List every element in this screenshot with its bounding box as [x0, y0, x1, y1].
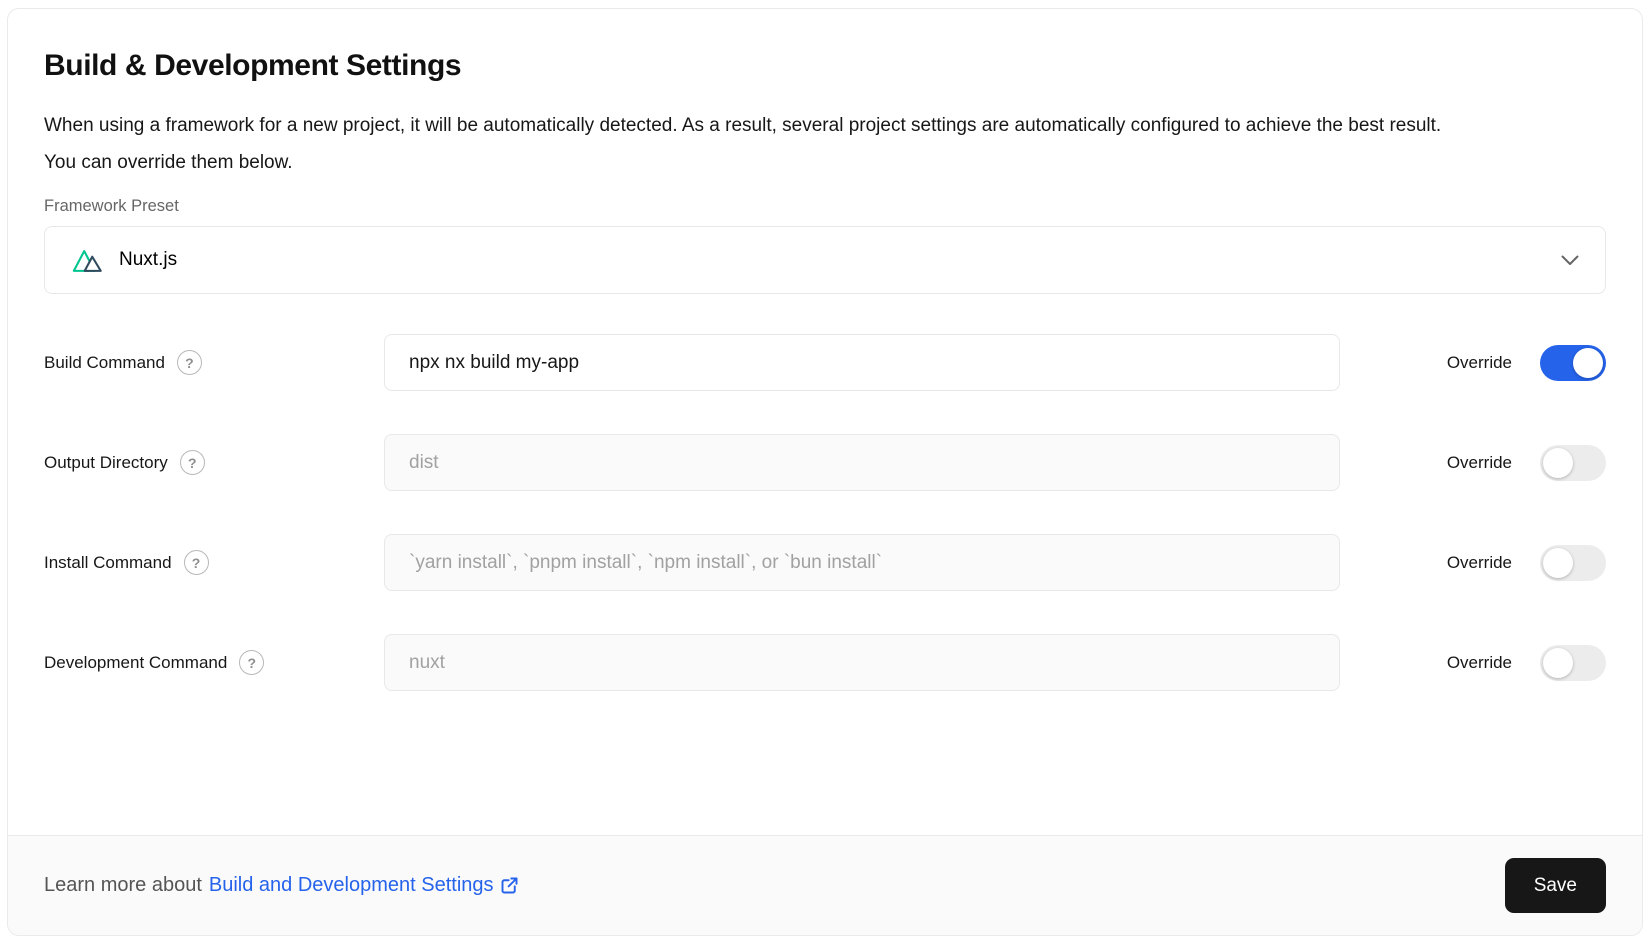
toggle-knob [1573, 348, 1603, 378]
build-settings-card: Build & Development Settings When using … [7, 8, 1643, 936]
build-command-override: Override [1384, 345, 1606, 381]
link-label: Build and Development Settings [209, 874, 494, 897]
install-command-override: Override [1384, 545, 1606, 581]
framework-selected-value: Nuxt.js [71, 247, 177, 274]
development-command-override: Override [1384, 645, 1606, 681]
help-icon[interactable]: ? [180, 450, 205, 475]
card-footer: Learn more about Build and Development S… [8, 835, 1642, 935]
card-body: Build & Development Settings When using … [8, 9, 1642, 835]
build-command-label-wrap: Build Command ? [44, 350, 384, 375]
build-command-input[interactable] [384, 334, 1340, 391]
help-icon[interactable]: ? [184, 550, 209, 575]
build-command-override-toggle[interactable] [1540, 345, 1606, 381]
build-command-label: Build Command [44, 353, 165, 373]
override-label: Override [1447, 453, 1512, 473]
toggle-knob [1543, 448, 1573, 478]
toggle-knob [1543, 548, 1573, 578]
output-directory-input[interactable] [384, 434, 1340, 491]
learn-more-text: Learn more about Build and Development S… [44, 874, 520, 897]
development-command-row: Development Command ? Override [44, 634, 1606, 691]
framework-name: Nuxt.js [119, 249, 177, 271]
development-command-label: Development Command [44, 653, 227, 673]
output-directory-label-wrap: Output Directory ? [44, 450, 384, 475]
development-command-label-wrap: Development Command ? [44, 650, 384, 675]
section-title: Build & Development Settings [44, 49, 1606, 83]
toggle-knob [1543, 648, 1573, 678]
override-label: Override [1447, 653, 1512, 673]
build-command-row: Build Command ? Override [44, 334, 1606, 391]
help-icon[interactable]: ? [239, 650, 264, 675]
external-link-icon [499, 875, 520, 896]
section-description: When using a framework for a new project… [44, 107, 1454, 181]
help-icon[interactable]: ? [177, 350, 202, 375]
chevron-down-icon [1561, 255, 1579, 266]
output-directory-label: Output Directory [44, 453, 168, 473]
development-command-override-toggle[interactable] [1540, 645, 1606, 681]
override-label: Override [1447, 353, 1512, 373]
save-button[interactable]: Save [1505, 858, 1606, 913]
framework-preset-label: Framework Preset [44, 197, 1606, 216]
install-command-label-wrap: Install Command ? [44, 550, 384, 575]
development-command-input[interactable] [384, 634, 1340, 691]
framework-preset-select[interactable]: Nuxt.js [44, 226, 1606, 294]
learn-more-prefix: Learn more about [44, 874, 202, 897]
build-settings-docs-link[interactable]: Build and Development Settings [209, 874, 520, 897]
install-command-override-toggle[interactable] [1540, 545, 1606, 581]
override-label: Override [1447, 553, 1512, 573]
nuxt-logo-icon [71, 247, 105, 274]
install-command-input[interactable] [384, 534, 1340, 591]
output-directory-override-toggle[interactable] [1540, 445, 1606, 481]
install-command-row: Install Command ? Override [44, 534, 1606, 591]
output-directory-row: Output Directory ? Override [44, 434, 1606, 491]
install-command-label: Install Command [44, 553, 172, 573]
output-directory-override: Override [1384, 445, 1606, 481]
